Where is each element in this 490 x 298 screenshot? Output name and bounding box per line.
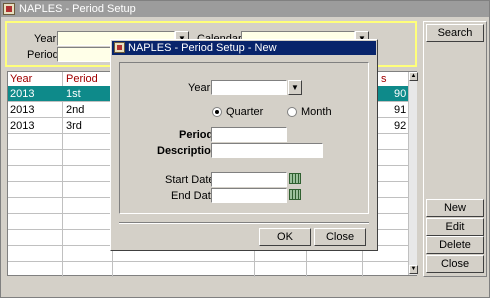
close-button[interactable]: Close: [426, 255, 484, 273]
grid-header-extra: s: [381, 73, 387, 85]
quarter-radio[interactable]: [212, 107, 222, 117]
dialog-close-button[interactable]: Close: [314, 228, 366, 246]
dialog-description-label: Description: [157, 145, 218, 157]
ok-button[interactable]: OK: [259, 228, 311, 246]
dialog-period-label: Period: [179, 129, 214, 141]
grid-scrollbar[interactable]: ▲ ▼: [408, 72, 418, 275]
ok-button-label: OK: [277, 231, 293, 243]
dialog-description-input[interactable]: [211, 143, 323, 158]
row-period: 1st: [66, 88, 81, 100]
period-filter-label: Period: [27, 49, 59, 61]
month-radio-label: Month: [301, 106, 332, 118]
dialog-title: NAPLES - Period Setup - New: [128, 42, 277, 54]
edit-button[interactable]: Edit: [426, 218, 484, 236]
window-title: NAPLES - Period Setup: [19, 3, 136, 15]
dialog-year-dropdown-button[interactable]: ▼: [288, 80, 302, 95]
dialog-separator: [119, 222, 369, 224]
grid-header-year: Year: [10, 73, 33, 85]
row-year: 2013: [10, 104, 35, 116]
start-date-calendar-icon[interactable]: [288, 172, 302, 185]
dialog-year-input[interactable]: [211, 80, 287, 95]
delete-button[interactable]: Delete: [426, 236, 484, 254]
grid-header-period: Period: [66, 73, 98, 85]
row-period: 2nd: [66, 104, 85, 116]
dialog-form-panel: Year ▼ Quarter Month Period Description …: [119, 62, 369, 214]
window-titlebar: NAPLES - Period Setup: [1, 1, 489, 17]
end-date-input[interactable]: [211, 188, 287, 203]
start-date-label: Start Date: [165, 174, 215, 186]
new-button[interactable]: New: [426, 199, 484, 217]
scroll-down-arrow-icon[interactable]: ▼: [409, 265, 418, 274]
new-period-dialog: NAPLES - Period Setup - New Year ▼ Quart…: [110, 39, 378, 251]
row-period: 3rd: [66, 120, 82, 132]
year-filter-label: Year: [34, 33, 57, 45]
row-year: 2013: [10, 88, 35, 100]
row-tail: 91: [394, 104, 407, 116]
dialog-titlebar: NAPLES - Period Setup - New: [112, 41, 376, 55]
quarter-radio-label: Quarter: [226, 106, 264, 118]
end-date-calendar-icon[interactable]: [288, 188, 302, 201]
month-radio[interactable]: [287, 107, 297, 117]
app-icon: [3, 3, 15, 15]
scroll-up-arrow-icon[interactable]: ▲: [409, 72, 418, 81]
dialog-year-label: Year: [188, 82, 211, 94]
row-tail: 90: [394, 88, 407, 100]
period-filter-input[interactable]: [57, 47, 117, 62]
search-button[interactable]: Search: [426, 24, 484, 42]
end-date-label: End Date: [171, 190, 217, 202]
dialog-period-input[interactable]: [211, 127, 287, 142]
row-year: 2013: [10, 120, 35, 132]
row-tail: 92: [394, 120, 407, 132]
dialog-app-icon: [114, 42, 125, 53]
start-date-input[interactable]: [211, 172, 287, 187]
